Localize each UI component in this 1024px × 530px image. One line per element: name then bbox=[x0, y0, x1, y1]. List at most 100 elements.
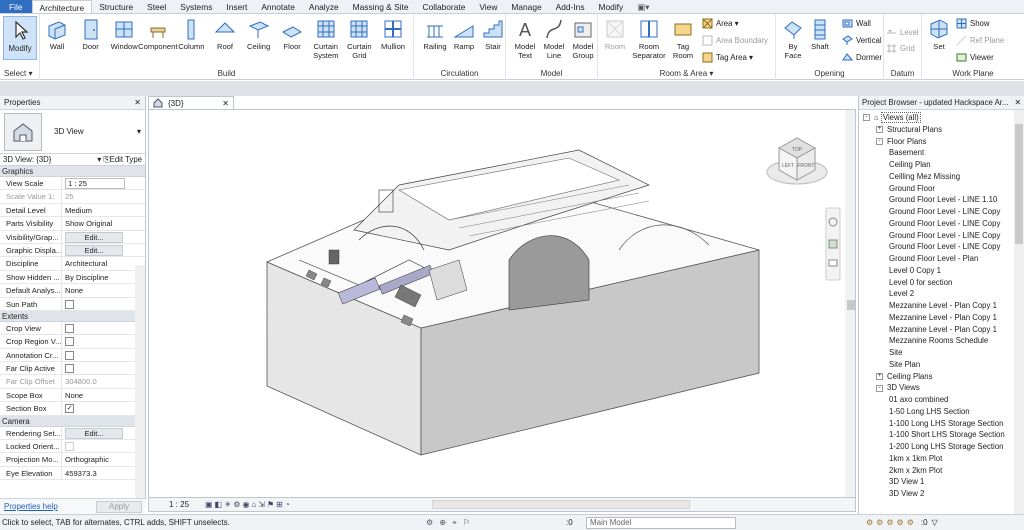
browser-item-ceilling-mez-missing[interactable]: Ceilling Mez Missing bbox=[889, 171, 960, 183]
design-option-select[interactable]: Main Model bbox=[586, 516, 736, 529]
browser-scrollbar[interactable] bbox=[1014, 110, 1024, 514]
checkbox[interactable] bbox=[65, 337, 74, 347]
ribbon-tab-steel[interactable]: Steel bbox=[140, 0, 173, 13]
ceiling-button[interactable]: Ceiling bbox=[242, 16, 276, 51]
browser-item-ground-floor-level-line-copy[interactable]: Ground Floor Level - LINE Copy bbox=[889, 230, 1000, 242]
browser-item-ceiling-plans[interactable]: + Ceiling Plans bbox=[876, 371, 933, 383]
expand-icon[interactable]: + bbox=[876, 126, 883, 134]
navigation-bar[interactable] bbox=[825, 207, 841, 281]
vertical-opening-button[interactable]: Vertical bbox=[842, 35, 882, 46]
window-button[interactable]: Window bbox=[107, 16, 141, 51]
selection-filter-icons[interactable]: ⚙⚙⚙⚙⚙ bbox=[866, 518, 917, 527]
room-separator-button[interactable]: Room Separator bbox=[632, 16, 666, 60]
ribbon-tab-massing-site[interactable]: Massing & Site bbox=[346, 0, 416, 13]
ribbon-tab-add-ins[interactable]: Add-Ins bbox=[549, 0, 592, 13]
component-button[interactable]: Component bbox=[138, 16, 177, 51]
chevron-down-icon[interactable]: ▾ bbox=[28, 69, 32, 78]
ribbon-tab-structure[interactable]: Structure bbox=[92, 0, 140, 13]
browser-item-01-axo-combined[interactable]: 01 axo combined bbox=[889, 394, 948, 406]
close-icon[interactable]: ✕ bbox=[222, 99, 229, 108]
column-button[interactable]: Column bbox=[174, 16, 208, 51]
checkbox[interactable] bbox=[65, 364, 74, 374]
browser-item-ceiling-plan[interactable]: Ceiling Plan bbox=[889, 159, 931, 171]
mullion-button[interactable]: Mullion bbox=[376, 16, 410, 51]
browser-item-structural-plans[interactable]: + Structural Plans bbox=[876, 124, 942, 136]
chevron-down-icon[interactable]: ▾ bbox=[97, 155, 101, 164]
properties-help-link[interactable]: Properties help bbox=[4, 502, 58, 511]
select-group-label[interactable]: Select bbox=[4, 69, 26, 78]
wall-button[interactable]: Wall bbox=[40, 16, 74, 51]
edit-type-button[interactable]: ⎘Edit Type bbox=[103, 155, 142, 164]
close-icon[interactable]: ✕ bbox=[1014, 98, 1021, 107]
curtain-system-button[interactable]: Curtain System bbox=[309, 16, 343, 60]
browser-item-site[interactable]: Site bbox=[889, 347, 902, 359]
ribbon-tab-modify[interactable]: Modify bbox=[592, 0, 631, 13]
instance-selector[interactable]: 3D View: {3D} bbox=[3, 155, 51, 164]
browser-item-views-all[interactable]: - ⌂ Views (all) bbox=[863, 112, 921, 124]
browser-item-level-2[interactable]: Level 2 bbox=[889, 288, 914, 300]
ribbon-tab-architecture[interactable]: Architecture bbox=[31, 0, 93, 13]
viewer-button[interactable]: Viewer bbox=[956, 52, 994, 63]
browser-item-3d-views[interactable]: -3D Views bbox=[876, 382, 920, 394]
canvas-hscrollbar[interactable] bbox=[431, 500, 690, 509]
view-tab-3d[interactable]: {3D} ✕ bbox=[148, 96, 234, 109]
browser-item-mezzanine-level-plan-copy-1[interactable]: Mezzanine Level - Plan Copy 1 bbox=[889, 324, 997, 336]
contextual-tab-toggle[interactable]: ▣▾ bbox=[630, 0, 656, 13]
browser-scroll-thumb[interactable] bbox=[1015, 124, 1023, 244]
browser-item-ground-floor[interactable]: Ground Floor bbox=[889, 183, 935, 195]
viewcube[interactable]: TOP FRONT LEFT bbox=[766, 137, 828, 185]
level-button[interactable]: Level bbox=[886, 27, 919, 38]
browser-item-mezzanine-level-plan-copy-1[interactable]: Mezzanine Level - Plan Copy 1 bbox=[889, 300, 997, 312]
ref-plane-button[interactable]: Ref Plane bbox=[956, 35, 1004, 46]
browser-item-ground-floor-level-line-copy[interactable]: Ground Floor Level - LINE Copy bbox=[889, 218, 1000, 230]
properties-scrollbar[interactable] bbox=[135, 265, 145, 500]
ribbon-tab-manage[interactable]: Manage bbox=[504, 0, 548, 13]
modify-button[interactable]: Modify bbox=[3, 16, 37, 60]
set-workplane-button[interactable]: Set bbox=[922, 16, 956, 51]
view-scale[interactable]: 1 : 25 bbox=[169, 500, 203, 509]
zoom-icon[interactable] bbox=[828, 239, 838, 249]
browser-item-level-0-copy-1[interactable]: Level 0 Copy 1 bbox=[889, 265, 941, 277]
room-button[interactable]: Room bbox=[598, 16, 632, 51]
ribbon-tab-systems[interactable]: Systems bbox=[173, 0, 219, 13]
checkbox[interactable] bbox=[65, 299, 74, 309]
tag-room-button[interactable]: Tag Room bbox=[666, 16, 700, 60]
browser-item-level-0-for-section[interactable]: Level 0 for section bbox=[889, 277, 952, 289]
filter-icon[interactable]: ▽ bbox=[932, 518, 938, 527]
browser-item-floor-plans[interactable]: - Floor Plans bbox=[876, 136, 926, 148]
browser-item-1-100-short-lhs-storage-section[interactable]: 1-100 Short LHS Storage Section bbox=[889, 429, 1005, 441]
roof-button[interactable]: Roof bbox=[208, 16, 242, 51]
area-button[interactable]: Area ▾ bbox=[702, 18, 739, 29]
collapse-icon[interactable]: - bbox=[863, 114, 870, 122]
browser-item-ground-floor-level-line-copy[interactable]: Ground Floor Level - LINE Copy bbox=[889, 206, 1000, 218]
zoom-region-icon[interactable] bbox=[828, 259, 838, 267]
floor-button[interactable]: Floor bbox=[275, 16, 309, 51]
apply-button[interactable]: Apply bbox=[96, 500, 142, 513]
browser-item-ground-floor-level-line-copy[interactable]: Ground Floor Level - LINE Copy bbox=[889, 241, 1000, 253]
edit-button[interactable]: Edit... bbox=[65, 244, 123, 256]
checkbox[interactable]: ✓ bbox=[65, 404, 74, 414]
close-icon[interactable]: ✕ bbox=[134, 98, 141, 107]
area-boundary-button[interactable]: Area Boundary bbox=[702, 35, 768, 46]
browser-item-site-plan[interactable]: Site Plan bbox=[889, 359, 920, 371]
status-icons[interactable]: ⚙ ⊕ ⌖ ⚐ bbox=[426, 518, 566, 528]
expand-icon[interactable]: + bbox=[876, 372, 883, 380]
ribbon-tab-annotate[interactable]: Annotate bbox=[254, 0, 302, 13]
collapse-icon[interactable]: - bbox=[876, 384, 883, 392]
browser-item-basement[interactable]: Basement bbox=[889, 147, 924, 159]
view-scale-input[interactable]: 1 : 25 bbox=[65, 178, 125, 189]
collapse-icon[interactable]: - bbox=[876, 137, 883, 145]
browser-item-3d-view-2[interactable]: 3D View 2 bbox=[889, 488, 924, 500]
ribbon-tab-analyze[interactable]: Analyze bbox=[302, 0, 346, 13]
ribbon-tab-file[interactable]: File bbox=[0, 0, 32, 13]
checkbox[interactable] bbox=[65, 323, 74, 333]
section-extents[interactable]: Extents bbox=[0, 310, 145, 322]
dormer-button[interactable]: Dormer bbox=[842, 52, 882, 63]
door-button[interactable]: Door bbox=[74, 16, 108, 51]
ribbon-tab-insert[interactable]: Insert bbox=[219, 0, 254, 13]
browser-item-1km-x-1km-plot[interactable]: 1km x 1km Plot bbox=[889, 453, 942, 465]
browser-item-mezzanine-level-plan-copy-1[interactable]: Mezzanine Level - Plan Copy 1 bbox=[889, 312, 997, 324]
browser-item-mezzanine-rooms-schedule[interactable]: Mezzanine Rooms Schedule bbox=[889, 335, 988, 347]
browser-item-2km-x-2km-plot[interactable]: 2km x 2km Plot bbox=[889, 465, 942, 477]
tag-area-button[interactable]: Tag Area ▾ bbox=[702, 52, 753, 63]
